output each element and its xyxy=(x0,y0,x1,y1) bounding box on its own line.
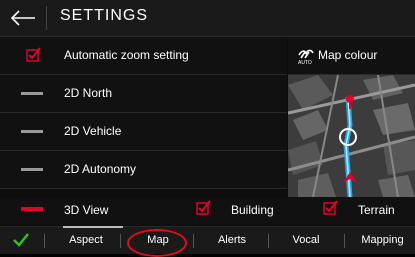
back-arrow-icon[interactable] xyxy=(8,7,38,29)
automatic-zoom-label: Automatic zoom setting xyxy=(64,48,189,62)
view-3d-label: 3D View xyxy=(64,203,109,217)
radio-indicator xyxy=(21,92,43,95)
view-3d-row[interactable]: 3D View Building Terrain xyxy=(0,197,415,225)
tab-mapping[interactable]: Mapping xyxy=(350,227,415,254)
radio-indicator-selected xyxy=(21,207,43,211)
tab-bar: Aspect Map Alerts Vocal Mapping xyxy=(0,226,415,254)
map-preview xyxy=(288,75,415,197)
tab-divider xyxy=(268,234,269,248)
settings-screen: SETTINGS Automatic zoom setting 2D North… xyxy=(0,0,415,257)
header-bar: SETTINGS xyxy=(0,0,415,37)
map-colour-label: Map colour xyxy=(318,48,378,62)
view-2d-north-row[interactable]: 2D North xyxy=(0,75,287,113)
radio-indicator xyxy=(21,130,43,133)
page-title: SETTINGS xyxy=(60,7,149,24)
view-2d-autonomy-row[interactable]: 2D Autonomy xyxy=(0,151,287,189)
automatic-zoom-row[interactable]: Automatic zoom setting xyxy=(0,37,287,75)
active-tab-indicator xyxy=(63,226,123,228)
building-label: Building xyxy=(231,203,274,217)
tab-aspect[interactable]: Aspect xyxy=(56,227,116,254)
automatic-zoom-checkbox[interactable] xyxy=(26,47,42,68)
tab-divider xyxy=(44,234,45,248)
auto-map-colour-icon: AUTO xyxy=(296,45,316,70)
tab-divider xyxy=(344,234,345,248)
radio-indicator xyxy=(21,168,43,171)
terrain-checkbox[interactable] xyxy=(323,200,339,221)
view-2d-autonomy-label: 2D Autonomy xyxy=(64,162,137,176)
view-2d-vehicle-label: 2D Vehicle xyxy=(64,124,122,138)
header-divider xyxy=(46,6,47,30)
view-2d-vehicle-row[interactable]: 2D Vehicle xyxy=(0,113,287,151)
terrain-label: Terrain xyxy=(358,203,395,217)
tab-alerts[interactable]: Alerts xyxy=(202,227,262,254)
map-colour-button[interactable]: AUTO Map colour xyxy=(288,37,415,75)
svg-text:AUTO: AUTO xyxy=(298,60,312,65)
building-checkbox[interactable] xyxy=(196,200,212,221)
tab-vocal[interactable]: Vocal xyxy=(276,227,336,254)
view-2d-north-label: 2D North xyxy=(64,86,113,100)
tab-divider xyxy=(193,234,194,248)
tab-divider xyxy=(120,234,121,248)
checkmark-icon[interactable] xyxy=(12,232,30,253)
